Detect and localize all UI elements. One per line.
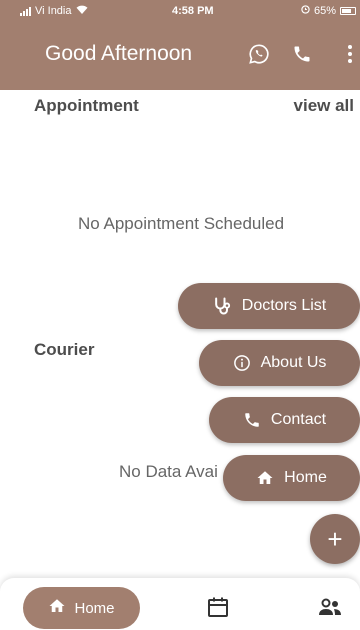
greeting-title: Good Afternoon — [45, 42, 193, 65]
home-dial-button[interactable]: Home — [223, 455, 360, 501]
whatsapp-icon[interactable] — [247, 42, 271, 66]
status-bar: Vi India 4:58 PM 65% — [0, 0, 360, 24]
courier-empty-message: No Data Avai — [119, 462, 218, 481]
battery-icon — [340, 7, 356, 15]
plus-icon: + — [327, 523, 343, 554]
about-us-button[interactable]: About Us — [199, 340, 360, 386]
battery-percent: 65% — [313, 5, 336, 17]
about-us-label: About Us — [260, 354, 327, 371]
phone-icon — [243, 411, 261, 429]
doctors-list-button[interactable]: Doctors List — [178, 283, 360, 329]
appointment-title: Appointment — [34, 96, 139, 115]
more-vert-icon[interactable] — [338, 42, 360, 66]
courier-title: Courier — [34, 340, 95, 359]
alarm-icon — [301, 5, 310, 17]
people-icon[interactable] — [316, 593, 344, 621]
status-right: 65% — [301, 5, 356, 17]
calendar-icon[interactable] — [204, 593, 232, 621]
phone-icon[interactable] — [290, 42, 314, 66]
appointment-empty-message: No Appointment Scheduled — [78, 214, 285, 233]
nav-home-tab[interactable]: Home — [23, 587, 140, 629]
status-time: 4:58 PM — [172, 5, 214, 17]
wifi-icon — [76, 5, 88, 17]
stethoscope-icon — [212, 296, 232, 316]
contact-button[interactable]: Contact — [209, 397, 360, 443]
home-icon — [48, 597, 66, 619]
signal-icon — [20, 6, 31, 16]
home-icon — [256, 469, 274, 487]
doctors-list-label: Doctors List — [241, 297, 327, 314]
contact-label: Contact — [270, 411, 327, 428]
nav-home-label: Home — [74, 599, 115, 617]
bottom-navigation: Home — [0, 578, 360, 630]
speed-dial-fab[interactable]: + — [310, 514, 360, 564]
info-icon — [233, 354, 251, 372]
app-header: Vi India 4:58 PM 65% Good Afternoon — [0, 0, 360, 90]
home-dial-label: Home — [284, 469, 327, 486]
status-left: Vi India — [20, 5, 88, 17]
view-all-link[interactable]: view all — [294, 96, 354, 116]
carrier-name: Vi India — [35, 5, 72, 17]
